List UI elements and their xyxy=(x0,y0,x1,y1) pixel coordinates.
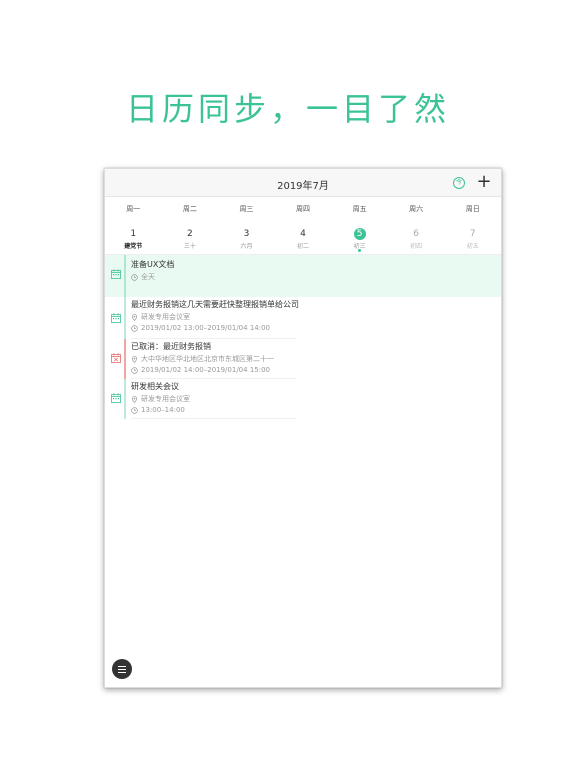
weekday-label: 周六 xyxy=(409,205,424,213)
clock-icon xyxy=(131,324,138,332)
date-cell[interactable]: 2 三十 xyxy=(162,221,219,254)
event-title: 研发相关会议 xyxy=(131,382,179,391)
location-pin-icon xyxy=(131,395,138,403)
clock-icon xyxy=(131,406,138,414)
lunar-date: 初四 xyxy=(410,243,423,250)
event-bar xyxy=(124,255,126,297)
date-number: 7 xyxy=(469,229,476,239)
event-list: 准备UX文档 全天 最近财务报销这几天需要赶快整理报销单给公司 研发专用会议室 xyxy=(105,255,501,419)
clock-icon xyxy=(131,273,138,281)
weekday-label: 周一 xyxy=(126,205,141,213)
event-bar xyxy=(124,297,126,339)
event-time: 13:00–14:00 xyxy=(131,406,185,414)
month-title[interactable]: 2019年7月 xyxy=(105,177,501,192)
event-item-cancelled[interactable]: 已取消：最近财务报销 大中华地区华北地区北京市东城区第二十一 2019/01/0… xyxy=(105,339,297,379)
promo-headline: 日历同步，一目了然 xyxy=(125,90,450,128)
weekday-label: 周三 xyxy=(239,205,254,213)
divider xyxy=(131,418,297,419)
holiday-label: 建党节 xyxy=(124,243,143,250)
ipad-screen: 2019年7月 今 + 周一 周二 周三 周四 周五 周六 周日 1 建党节 2… xyxy=(104,168,502,688)
lunar-date: 三十 xyxy=(183,243,196,250)
hamburger-menu-icon[interactable] xyxy=(112,659,132,679)
event-time-text: 2019/01/02 14:00–2019/01/04 15:00 xyxy=(141,366,270,374)
event-time: 2019/01/02 13:00–2019/01/04 14:00 xyxy=(131,324,270,332)
calendar-header: 2019年7月 今 + xyxy=(105,169,501,197)
event-location: 研发专用会议室 xyxy=(131,312,190,322)
date-number: 1 xyxy=(130,229,137,239)
date-number: 2 xyxy=(186,229,193,239)
event-title: 已取消：最近财务报销 xyxy=(131,342,211,351)
date-number: 5 xyxy=(353,228,366,240)
weekday-label: 周日 xyxy=(465,205,480,213)
event-time-text: 全天 xyxy=(141,273,155,281)
event-time-text: 13:00–14:00 xyxy=(141,406,185,414)
event-title: 最近财务报销这几天需要赶快整理报销单给公司 xyxy=(131,300,299,309)
calendar-icon xyxy=(111,313,121,323)
date-cell[interactable]: 6 初四 xyxy=(388,221,445,254)
lunar-date: 初二 xyxy=(297,243,310,250)
date-number: 6 xyxy=(413,229,420,239)
event-time: 全天 xyxy=(131,272,155,282)
weekday-label: 周五 xyxy=(352,205,367,213)
event-item[interactable]: 最近财务报销这几天需要赶快整理报销单给公司 研发专用会议室 2019/01/02… xyxy=(105,297,299,339)
event-time: 2019/01/02 14:00–2019/01/04 15:00 xyxy=(131,366,270,374)
date-cell[interactable]: 3 六月 xyxy=(218,221,275,254)
event-bar xyxy=(124,379,126,419)
week-date-row: 1 建党节 2 三十 3 六月 4 初二 5 初三 6 初四 7 初五 xyxy=(105,221,501,255)
calendar-icon xyxy=(111,269,121,279)
event-location: 大中华地区华北地区北京市东城区第二十一 xyxy=(131,354,274,364)
event-bar xyxy=(124,339,126,379)
event-item-allday[interactable]: 准备UX文档 全天 xyxy=(105,255,501,297)
lunar-date: 六月 xyxy=(240,243,253,250)
event-location: 研发专用会议室 xyxy=(131,394,190,404)
location-pin-icon xyxy=(131,313,138,321)
event-time-text: 2019/01/02 13:00–2019/01/04 14:00 xyxy=(141,324,270,332)
date-cell[interactable]: 7 初五 xyxy=(444,221,501,254)
date-number: 3 xyxy=(243,229,250,239)
add-event-button[interactable]: + xyxy=(475,172,493,192)
weekday-label: 周四 xyxy=(296,205,311,213)
calendar-icon xyxy=(111,393,121,403)
event-indicator-dot xyxy=(358,249,362,252)
weekday-header: 周一 周二 周三 周四 周五 周六 周日 xyxy=(105,197,501,221)
lunar-date: 初五 xyxy=(466,243,479,250)
location-pin-icon xyxy=(131,355,138,363)
weekday-label: 周二 xyxy=(182,205,197,213)
clock-icon xyxy=(131,366,138,374)
event-location-text: 研发专用会议室 xyxy=(141,395,190,403)
date-cell-selected[interactable]: 5 初三 xyxy=(331,221,388,254)
event-item[interactable]: 研发相关会议 研发专用会议室 13:00–14:00 xyxy=(105,379,297,419)
date-cell[interactable]: 1 建党节 xyxy=(105,221,162,254)
event-location-text: 研发专用会议室 xyxy=(141,313,190,321)
event-title: 准备UX文档 xyxy=(131,260,175,269)
date-cell[interactable]: 4 初二 xyxy=(275,221,332,254)
event-location-text: 大中华地区华北地区北京市东城区第二十一 xyxy=(141,355,274,363)
calendar-cancel-icon xyxy=(111,353,121,363)
date-number: 4 xyxy=(300,229,306,239)
today-button[interactable]: 今 xyxy=(453,177,465,189)
